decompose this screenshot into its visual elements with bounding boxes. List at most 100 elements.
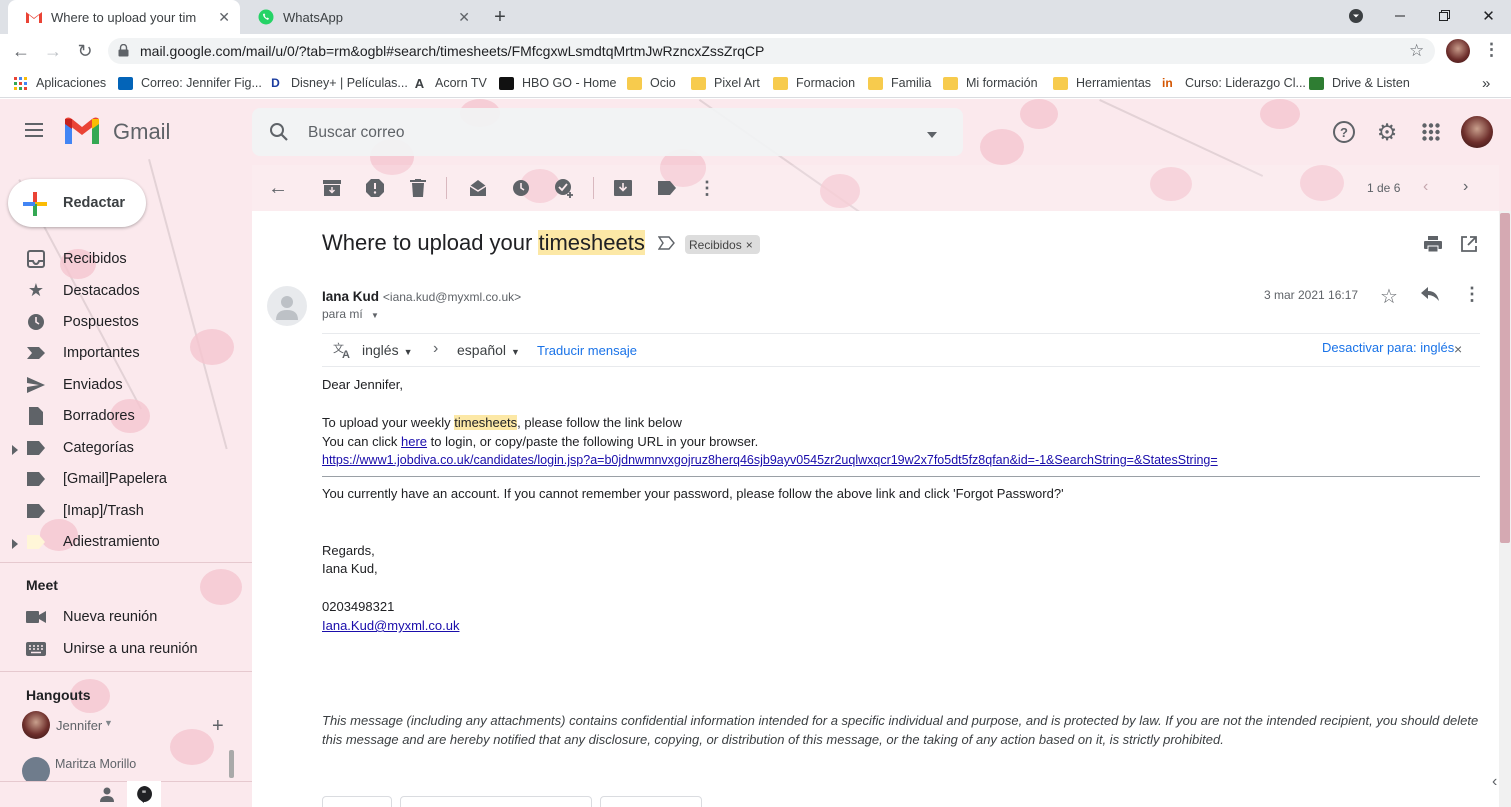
chrome-avatar[interactable] [1446, 39, 1470, 63]
bookmark-item[interactable]: Correo: Jennifer Fig... [118, 68, 262, 98]
label-icon [26, 469, 46, 489]
recipient-line[interactable]: para mí ▼ [322, 307, 379, 321]
sidebar-item-imap-trash[interactable]: [Imap]/Trash [0, 495, 252, 526]
bookmark-item[interactable]: Herramientas [1053, 68, 1151, 98]
minimize-icon[interactable] [1377, 0, 1422, 32]
disable-translation-link[interactable]: Desactivar para: inglés [1322, 340, 1454, 355]
open-new-window-icon[interactable] [1461, 236, 1479, 254]
bookmark-item[interactable]: A Acorn TV [412, 68, 487, 98]
gmail-logo-icon[interactable] [63, 116, 101, 146]
important-marker-icon[interactable] [657, 236, 676, 252]
login-url-link[interactable]: https://www1.jobdiva.co.uk/candidates/lo… [322, 453, 1218, 467]
sidebar-item-importantes[interactable]: Importantes [0, 337, 252, 368]
url-text[interactable]: mail.google.com/mail/u/0/?tab=rm&ogbl#se… [140, 43, 764, 59]
more-bookmarks-icon[interactable]: » [1482, 68, 1490, 98]
browser-tab-gmail[interactable]: Where to upload your timesheets ✕ [8, 0, 240, 34]
show-details-icon[interactable]: ▼ [371, 311, 379, 320]
bookmark-item[interactable]: D Disney+ | Películas... [268, 68, 408, 98]
hangouts-status-dropdown-icon[interactable]: ▼ [104, 718, 113, 728]
chrome-menu-icon[interactable]: ⋮ [1483, 40, 1500, 60]
translate-message-link[interactable]: Traducir mensaje [537, 343, 637, 358]
meet-new-meeting[interactable]: Nueva reunión [0, 601, 252, 632]
smart-reply-chip[interactable] [400, 796, 592, 807]
smart-reply-chip[interactable] [322, 796, 392, 807]
sidebar-scrollbar[interactable] [229, 750, 234, 778]
older-icon[interactable]: ‹ [1423, 178, 1428, 196]
labels-icon[interactable] [656, 177, 678, 199]
main-menu-icon[interactable] [24, 122, 46, 140]
add-contact-icon[interactable]: + [212, 715, 224, 738]
forward-icon[interactable]: → [38, 34, 68, 68]
newer-icon[interactable]: › [1463, 178, 1468, 196]
bookmark-item[interactable]: Aplicaciones [14, 68, 106, 98]
hangouts-user-avatar[interactable] [22, 711, 50, 739]
signature-email-link[interactable]: Iana.Kud@myxml.co.uk [322, 618, 459, 633]
message-scrollbar-thumb[interactable] [1500, 213, 1510, 543]
archive-icon[interactable] [321, 177, 343, 199]
sidebar-item-recibidos[interactable]: Recibidos [0, 243, 252, 274]
contact-name[interactable]: Maritza Morillo [55, 757, 136, 771]
bookmark-item[interactable]: in Curso: Liderazgo Cl... [1162, 68, 1306, 98]
profile-menu-icon[interactable] [1333, 0, 1378, 32]
bookmark-item[interactable]: Ocio [627, 68, 676, 98]
back-icon[interactable]: ← [6, 34, 36, 68]
sidebar-item-enviados[interactable]: Enviados [0, 369, 252, 400]
search-icon[interactable] [269, 122, 291, 144]
close-translate-bar-icon[interactable]: × [1454, 341, 1462, 357]
here-link[interactable]: here [401, 434, 427, 449]
more-actions-icon[interactable]: ⋮ [696, 177, 718, 199]
bookmark-item[interactable]: Formacion [773, 68, 855, 98]
mark-unread-icon[interactable] [467, 177, 489, 199]
sidebar-item-categorias[interactable]: Categorías [0, 432, 252, 463]
gmail-brand[interactable]: Gmail [113, 119, 170, 145]
browser-tab-whatsapp[interactable]: WhatsApp ✕ [240, 0, 480, 34]
close-tab-icon[interactable]: ✕ [458, 9, 470, 26]
bookmark-item[interactable]: Mi formación [943, 68, 1038, 98]
search-options-icon[interactable] [926, 126, 940, 138]
lock-icon[interactable] [118, 43, 130, 58]
print-icon[interactable] [1424, 236, 1444, 254]
report-spam-icon[interactable] [364, 177, 386, 199]
target-language-select[interactable]: español ▼ [457, 342, 520, 358]
add-to-tasks-icon[interactable] [553, 177, 575, 199]
bookmark-star-icon[interactable]: ☆ [1409, 41, 1424, 61]
close-tab-icon[interactable]: ✕ [218, 9, 230, 26]
sidebar-item-destacados[interactable]: ★ Destacados [0, 275, 252, 306]
bookmark-item[interactable]: Familia [868, 68, 931, 98]
move-to-icon[interactable] [612, 177, 634, 199]
contacts-person-icon[interactable] [99, 786, 117, 802]
compose-button[interactable]: Redactar [8, 179, 146, 227]
delete-icon[interactable] [407, 177, 429, 199]
search-input[interactable]: Buscar correo [308, 124, 404, 142]
sidebar-item-pospuestos[interactable]: Pospuestos [0, 306, 252, 337]
account-avatar[interactable] [1461, 116, 1493, 148]
back-to-list-icon[interactable]: ← [267, 177, 289, 199]
smart-reply-chip[interactable] [600, 796, 702, 807]
sender-avatar[interactable] [267, 286, 307, 326]
sidebar-item-gmail-papelera[interactable]: [Gmail]Papelera [0, 463, 252, 494]
bookmark-item[interactable]: Pixel Art [691, 68, 760, 98]
new-tab-icon[interactable]: + [488, 6, 512, 28]
maximize-icon[interactable] [1421, 0, 1466, 32]
help-icon[interactable]: ? [1329, 117, 1359, 147]
label-chip[interactable]: Recibidos × [685, 235, 760, 254]
reply-icon[interactable] [1421, 287, 1441, 303]
sidebar-item-adiestramiento[interactable]: Adiestramiento [0, 526, 252, 557]
reload-icon[interactable]: ↻ [70, 34, 100, 68]
hangouts-user-name[interactable]: Jennifer [56, 718, 102, 733]
close-window-icon[interactable]: ✕ [1466, 0, 1511, 32]
remove-label-icon[interactable]: × [746, 238, 753, 252]
meet-join-meeting[interactable]: Unirse a una reunión [0, 633, 252, 664]
message-more-icon[interactable]: ⋮ [1463, 284, 1481, 305]
sender-name[interactable]: Iana Kud [322, 289, 379, 304]
bookmark-item[interactable]: HBO GO - Home [499, 68, 616, 98]
google-apps-icon[interactable] [1416, 117, 1446, 147]
sidebar-item-borradores[interactable]: Borradores [0, 400, 252, 431]
star-message-icon[interactable]: ☆ [1380, 284, 1398, 309]
source-language-select[interactable]: inglés ▼ [362, 342, 413, 358]
snooze-icon[interactable] [510, 177, 532, 199]
show-side-panel-icon[interactable]: ‹ [1492, 773, 1497, 791]
hangouts-quote-icon[interactable]: " [136, 786, 152, 803]
settings-gear-icon[interactable]: ⚙ [1372, 117, 1402, 147]
bookmark-item[interactable]: Drive & Listen [1309, 68, 1410, 98]
